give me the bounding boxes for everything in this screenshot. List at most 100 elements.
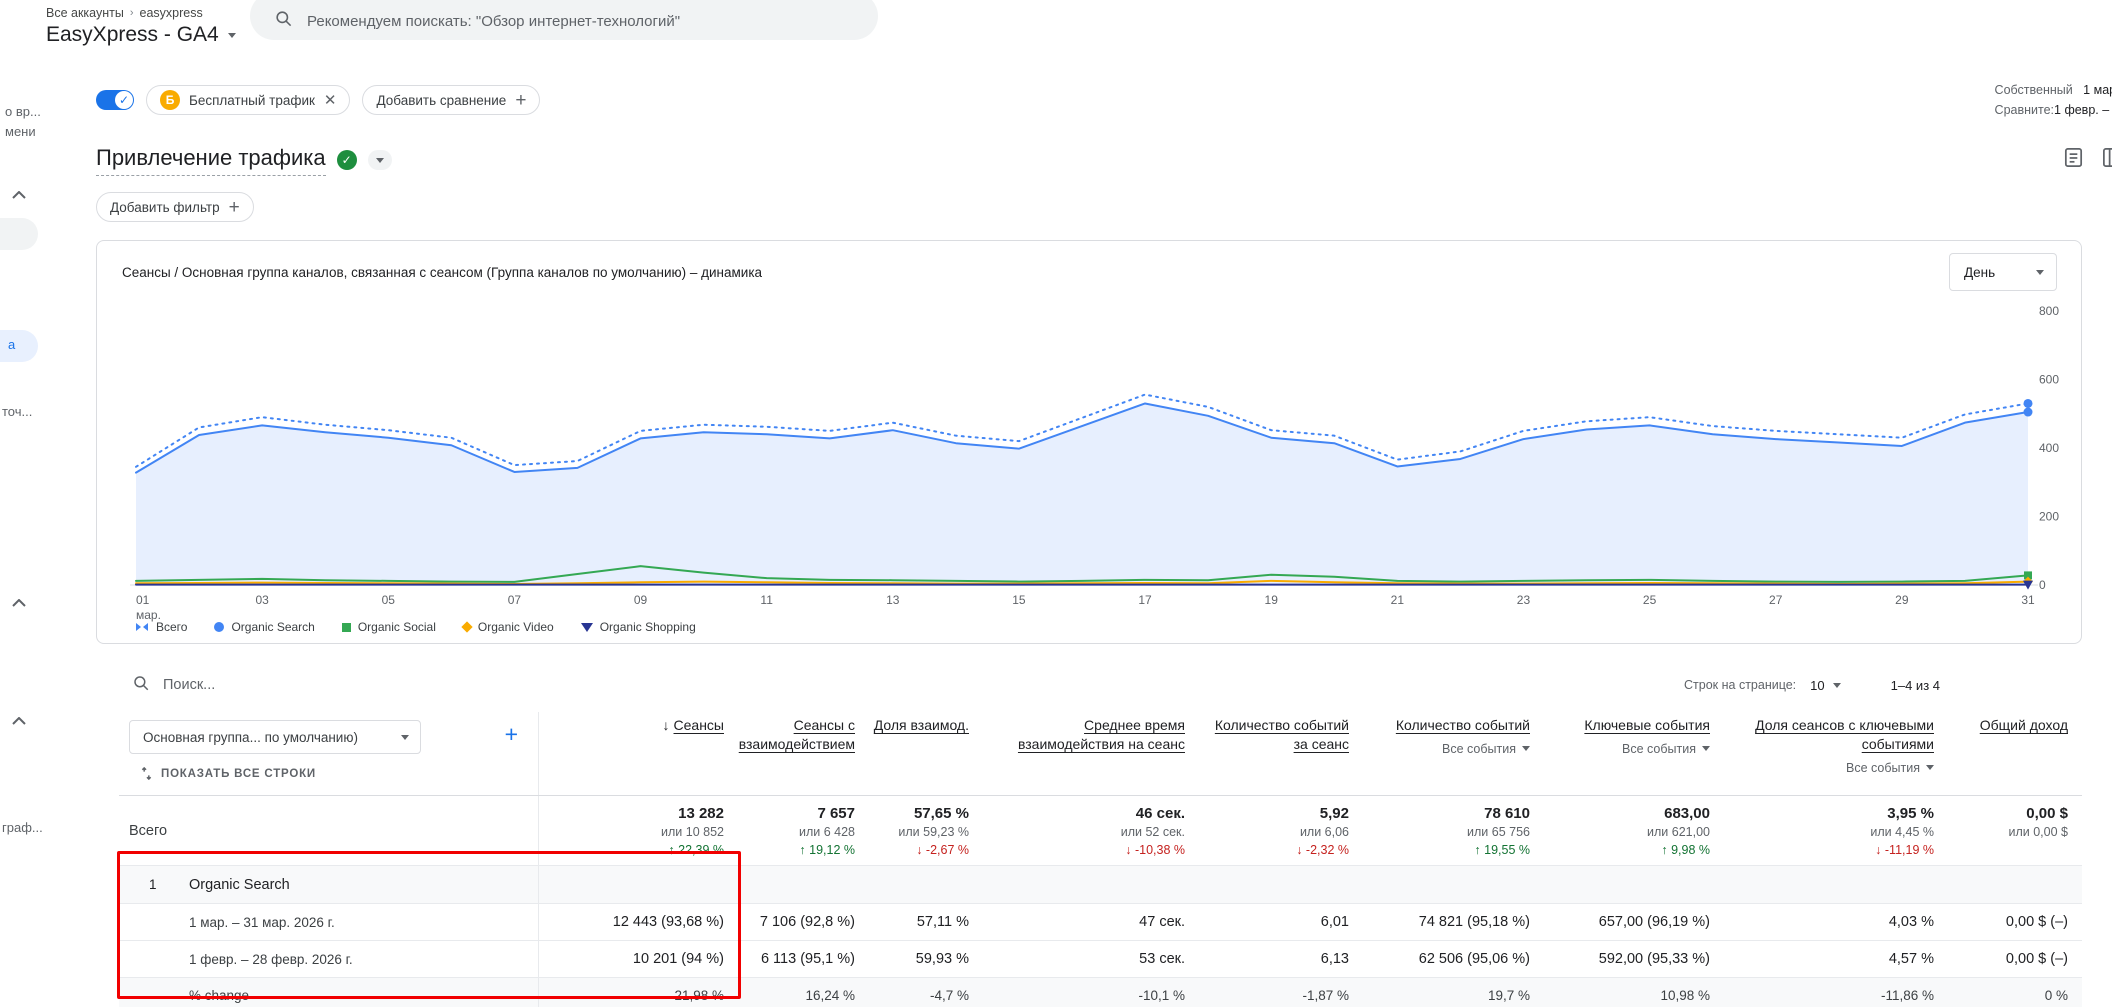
column-header-total-revenue[interactable]: Общий доход [1948,712,2082,795]
metric-value: 13 282 [678,805,724,822]
sidebar-selected-item[interactable] [0,218,38,250]
legend-item-organic-shopping[interactable]: Organic Shopping [580,620,696,634]
totals-row: Всего 13 282 или 10 852 ↑ 22,39 % 7 657 или 6… [119,796,2082,866]
date-range-row: 1 февр. – 28 февр. 2026 г. 10 201 (94 %) 6… [119,941,2082,978]
customize-report-icon[interactable] [2101,146,2112,174]
segment-chip[interactable]: Б Бесплатный трафик ✕ [146,85,351,115]
metric-value: 0,00 $ [2026,805,2068,822]
pagination: Строк на странице: 10 1–4 из 4 [1684,678,1940,693]
rows-per-page-value: 10 [1810,677,1825,693]
chevron-down-icon [1926,765,1934,771]
sidebar-item[interactable]: граф... [2,820,43,835]
metric-compare-value: или 4,45 % [1870,825,1934,839]
channel-group-row[interactable]: 1 Organic Search [119,866,2082,904]
metric-compare-value: или 0,00 $ [2008,825,2069,839]
metric-cell: 6 113 (95,1 %) [760,951,855,967]
comparison-toggle[interactable]: ✓ [96,90,134,110]
legend-label: Всего [156,620,188,634]
sessions-trend-chart: 020040060080001мар.03 05 07 09 11 13 15 17 19 21 2… [130,304,2059,622]
legend-item-organic-social[interactable]: Organic Social [341,620,436,634]
metric-cell: -11,86 % [1880,988,1934,1003]
sidebar-item[interactable]: точ... [2,404,32,419]
sidebar-item[interactable]: мени [5,124,36,139]
sidebar-active-item[interactable] [0,330,38,362]
column-header-key-event-rate[interactable]: Доля сеансов с ключевыми событиями Все со… [1724,712,1948,795]
metric-value: 3,95 % [1887,805,1934,822]
metric-change: ↓ -2,67 % [916,843,969,857]
sort-desc-icon: ↓ [662,717,670,733]
chevron-up-icon[interactable] [12,712,26,730]
column-header-engagement-rate[interactable]: Доля взаимод. [869,712,983,795]
search-bar[interactable]: Рекомендуем поискать: "Обзор интернет-те… [250,0,878,40]
metric-cell: 53 сек. [1139,951,1185,967]
channel-name: Organic Search [189,876,290,893]
column-filter-event-count[interactable]: Все события [1442,742,1530,756]
metric-cell: -1,87 % [1302,988,1349,1003]
metric-change: ↓ -2,32 % [1296,843,1349,857]
sidebar-item[interactable]: о вр... [5,104,41,119]
metric-change: ↓ -11,19 % [1875,843,1934,857]
metric-cell: 592,00 (95,33 %) [1598,951,1710,967]
metric-cell: 74 821 (95,18 %) [1418,914,1530,930]
granularity-select[interactable]: День [1949,253,2057,291]
metric-cell: 657,00 (96,19 %) [1598,914,1710,930]
chevron-up-icon[interactable] [12,186,26,204]
column-header-event-count[interactable]: Количество событий Все события [1363,712,1544,795]
legend-item-total[interactable]: Всего [135,620,187,634]
column-filter-key-event-rate[interactable]: Все события [1846,761,1934,775]
totals-metric-cell: 46 сек. или 52 сек. ↓ -10,38 % [983,796,1199,865]
metric-cell: 12 443 (93,68 %) [612,914,724,930]
metric-value: 7 657 [817,805,855,822]
metric-compare-value: или 65 756 [1467,825,1530,839]
channels-data-table: Основная группа... по умолчанию) + ПОКАЗАТ… [119,708,2082,1007]
table-toolbar: Поиск... Строк на странице: 10 1–4 из 4 [96,668,2082,702]
metric-compare-value: или 6 428 [798,825,855,839]
metric-cell: 19,7 % [1487,988,1530,1003]
close-icon[interactable]: ✕ [324,93,337,108]
breadcrumb-property[interactable]: easyxpress [140,6,203,20]
chevron-down-icon [1832,682,1841,688]
add-dimension-button[interactable]: + [505,723,518,746]
legend-label: Organic Search [231,620,315,634]
metric-change: ↓ -10,38 % [1125,843,1185,857]
chevron-down-icon [227,32,236,38]
legend-item-organic-search[interactable]: Organic Search [214,620,315,634]
rows-per-page-select[interactable]: 10 [1810,677,1841,693]
chevron-up-icon[interactable] [12,594,26,612]
diamond-marker-icon [461,621,473,633]
totals-metric-cell: 78 610 или 65 756 ↑ 19,55 % [1363,796,1544,865]
metric-cell: 6,01 [1320,914,1349,930]
sidebar-item[interactable]: а [8,337,15,352]
date-range-display[interactable]: Собственный 1 мар. – Сравните:1 февр. – [1995,80,2112,120]
column-header-avg-engagement-time[interactable]: Среднее время взаимодействия на сеанс [983,712,1199,795]
metric-cell: 10 201 (94 %) [632,951,724,967]
svg-text:800: 800 [2039,304,2059,318]
notes-icon[interactable] [2062,146,2085,174]
column-header-key-events[interactable]: Ключевые события Все события [1544,712,1724,795]
svg-text:600: 600 [2039,373,2059,387]
circle-marker-icon [214,622,225,632]
metric-cell: 4,03 % [1888,914,1934,930]
column-header-sessions[interactable]: ↓ Сеансы [539,712,738,795]
top-header: Все аккаунты › easyxpress EasyXpress - G… [0,0,2112,70]
column-header-events-per-session[interactable]: Количество событий за сеанс [1199,712,1363,795]
legend-item-organic-video[interactable]: Organic Video [461,620,554,634]
add-filter-label: Добавить фильтр [110,199,220,215]
metric-cell: 59,93 % [915,951,969,967]
report-dropdown[interactable] [367,150,392,170]
granularity-value: День [1964,264,1996,280]
column-header-engaged-sessions[interactable]: Сеансы с взаимодействием [738,712,869,795]
show-all-rows-button[interactable]: ПОКАЗАТЬ ВСЕ СТРОКИ [140,767,538,780]
breadcrumb-accounts[interactable]: Все аккаунты [46,6,124,20]
dimension-select[interactable]: Основная группа... по умолчанию) [129,720,421,754]
add-filter-chip[interactable]: Добавить фильтр + [96,192,254,222]
metric-cell: 7 106 (92,8 %) [759,914,855,930]
column-filter-key-events[interactable]: Все события [1622,742,1710,756]
add-comparison-chip[interactable]: Добавить сравнение + [362,85,541,115]
segment-chip-label: Бесплатный трафик [189,92,315,108]
date-compare-label: Сравните: [1994,103,2055,117]
metric-cell: 0,00 $ (–) [2005,914,2068,930]
table-search[interactable]: Поиск... [132,674,215,696]
dimension-header-cell: Основная группа... по умолчанию) + ПОКАЗАТ… [119,712,539,795]
metric-compare-value: или 621,00 [1647,825,1710,839]
